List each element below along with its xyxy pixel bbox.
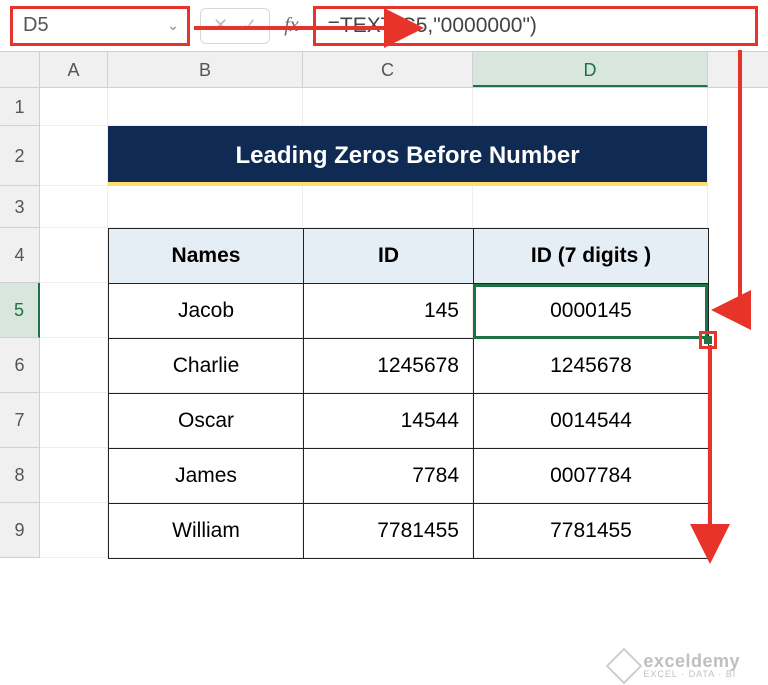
header-names: Names: [109, 229, 304, 284]
table-row: James 7784 0007784: [109, 449, 709, 504]
header-id: ID: [304, 229, 474, 284]
select-all-cell[interactable]: [0, 52, 40, 87]
fill-handle[interactable]: [699, 331, 717, 349]
formula-input[interactable]: =TEXT(C5,"0000000"): [313, 6, 758, 46]
row-header-4[interactable]: 4: [0, 228, 40, 283]
column-headers: A B C D: [0, 52, 768, 88]
table-row: Charlie 1245678 1245678: [109, 339, 709, 394]
col-header-a[interactable]: A: [40, 52, 108, 87]
table-row: Oscar 14544 0014544: [109, 394, 709, 449]
table-header-row: Names ID ID (7 digits ): [109, 229, 709, 284]
formula-bar: D5 ⌄ ✕ ✓ fx =TEXT(C5,"0000000"): [0, 0, 768, 52]
col-header-c[interactable]: C: [303, 52, 473, 87]
row-header-9[interactable]: 9: [0, 503, 40, 558]
cancel-icon[interactable]: ✕: [213, 15, 228, 36]
watermark-icon: [606, 647, 643, 684]
row-header-3[interactable]: 3: [0, 186, 40, 228]
watermark-text: exceldemy: [643, 652, 740, 670]
formula-text: =TEXT(C5,"0000000"): [328, 14, 537, 38]
name-box[interactable]: D5 ⌄: [10, 6, 190, 46]
name-box-value: D5: [23, 14, 49, 37]
cells-area[interactable]: Leading Zeros Before Number Names ID ID …: [40, 88, 768, 558]
enter-icon[interactable]: ✓: [242, 15, 257, 36]
row-header-6[interactable]: 6: [0, 338, 40, 393]
col-header-d[interactable]: D: [473, 52, 708, 87]
watermark-subtext: EXCEL · DATA · BI: [643, 670, 740, 679]
title-cell: Leading Zeros Before Number: [108, 126, 708, 186]
table-row: William 7781455 7781455: [109, 504, 709, 559]
chevron-down-icon[interactable]: ⌄: [167, 17, 179, 34]
table-row: Jacob 145 0000145: [109, 284, 709, 339]
data-table: Names ID ID (7 digits ) Jacob 145 000014…: [108, 228, 709, 559]
row-header-1[interactable]: 1: [0, 88, 40, 126]
fx-icon[interactable]: fx: [280, 14, 302, 37]
col-header-b[interactable]: B: [108, 52, 303, 87]
formula-bar-buttons: ✕ ✓: [200, 8, 270, 44]
header-id7: ID (7 digits ): [474, 229, 709, 284]
row-header-2[interactable]: 2: [0, 126, 40, 186]
watermark: exceldemy EXCEL · DATA · BI: [611, 652, 740, 679]
row-headers: 1 2 3 4 5 6 7 8 9: [0, 88, 40, 558]
row-header-5[interactable]: 5: [0, 283, 40, 338]
row-header-7[interactable]: 7: [0, 393, 40, 448]
row-header-8[interactable]: 8: [0, 448, 40, 503]
